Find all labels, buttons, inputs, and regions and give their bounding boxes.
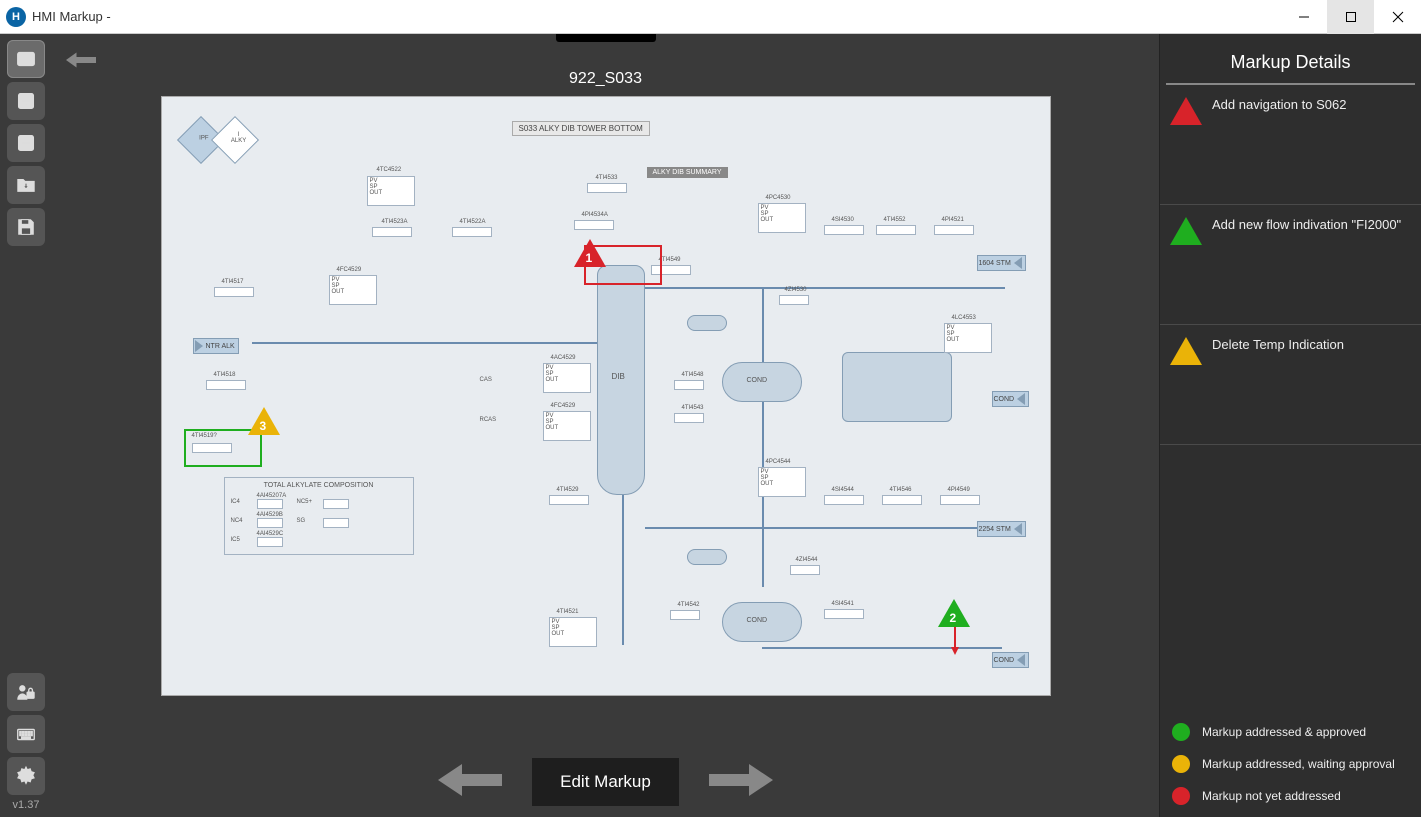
version-label: v1.37: [13, 799, 40, 817]
cond-out-1: COND: [992, 391, 1030, 407]
notes-tool[interactable]: [7, 82, 45, 120]
images-tool[interactable]: [7, 40, 45, 78]
ntr-alk-stream: NTR ALK: [193, 338, 239, 354]
window-titlebar: H HMI Markup -: [0, 0, 1421, 34]
save-tool[interactable]: [7, 208, 45, 246]
triangle-green-icon: 2: [1170, 217, 1202, 245]
settings-tool[interactable]: [7, 757, 45, 795]
dot-green-icon: [1172, 723, 1190, 741]
legend: Markup addressed & approved Markup addre…: [1160, 713, 1421, 817]
window-maximize-button[interactable]: [1327, 0, 1374, 34]
window-close-button[interactable]: [1374, 0, 1421, 34]
markup-marker-2[interactable]: 2: [938, 599, 970, 627]
legend-yellow: Markup addressed, waiting approval: [1172, 755, 1409, 773]
markup-marker-1[interactable]: 1: [574, 239, 606, 267]
exchanger-1: [842, 352, 952, 422]
window-title: HMI Markup -: [32, 9, 111, 24]
dot-red-icon: [1172, 787, 1190, 805]
dot-yellow-icon: [1172, 755, 1190, 773]
composition-box: TOTAL ALKYLATE COMPOSITION 4AI45207A IC4…: [224, 477, 414, 555]
markup-item-text: Delete Temp Indication: [1212, 337, 1411, 352]
cond-out-2: COND: [992, 652, 1030, 668]
markup-list: 1 Add navigation to S062 2 Add new flow …: [1160, 85, 1421, 713]
top-handle[interactable]: [556, 34, 656, 42]
legend-green: Markup addressed & approved: [1172, 723, 1409, 741]
markup-item-2[interactable]: 2 Add new flow indivation "FI2000": [1160, 205, 1421, 325]
markup-details-panel: Markup Details 1 Add navigation to S062 …: [1159, 34, 1421, 817]
markup-item-1[interactable]: 1 Add navigation to S062: [1160, 85, 1421, 205]
legend-red: Markup not yet addressed: [1172, 787, 1409, 805]
document-title: 922_S033: [569, 70, 642, 88]
markup-item-text: Add navigation to S062: [1212, 97, 1411, 112]
triangle-red-icon: 1: [1170, 97, 1202, 125]
pid-diagram[interactable]: S033 ALKY DIB TOWER BOTTOM ALKY DIB SUMM…: [161, 96, 1051, 696]
diagram-header: S033 ALKY DIB TOWER BOTTOM: [512, 121, 650, 136]
markup-item-3[interactable]: 3 Delete Temp Indication: [1160, 325, 1421, 445]
app-icon: H: [6, 7, 26, 27]
next-arrow-icon[interactable]: [709, 760, 773, 805]
left-toolbar: v1.37: [0, 34, 52, 817]
markup-marker-3[interactable]: 3: [248, 407, 280, 435]
edit-markup-button[interactable]: Edit Markup: [532, 758, 679, 806]
stream-2254: 2254 STM: [977, 521, 1026, 537]
window-minimize-button[interactable]: [1280, 0, 1327, 34]
edit-tool[interactable]: [7, 124, 45, 162]
open-folder-tool[interactable]: [7, 166, 45, 204]
prev-arrow-icon[interactable]: [438, 760, 502, 805]
markup-item-text: Add new flow indivation "FI2000": [1212, 217, 1411, 232]
center-area: 922_S033 S033 ALKY DIB TOWER BOTTOM ALKY…: [52, 34, 1159, 817]
users-lock-tool[interactable]: [7, 673, 45, 711]
keyboard-tool[interactable]: [7, 715, 45, 753]
stream-1604: 1604 STM: [977, 255, 1026, 271]
diagram-subheader: ALKY DIB SUMMARY: [647, 167, 728, 178]
panel-title: Markup Details: [1166, 34, 1415, 85]
markup-arrow-2: [951, 627, 959, 655]
back-arrow-icon[interactable]: [66, 48, 96, 77]
triangle-yellow-icon: 3: [1170, 337, 1202, 365]
